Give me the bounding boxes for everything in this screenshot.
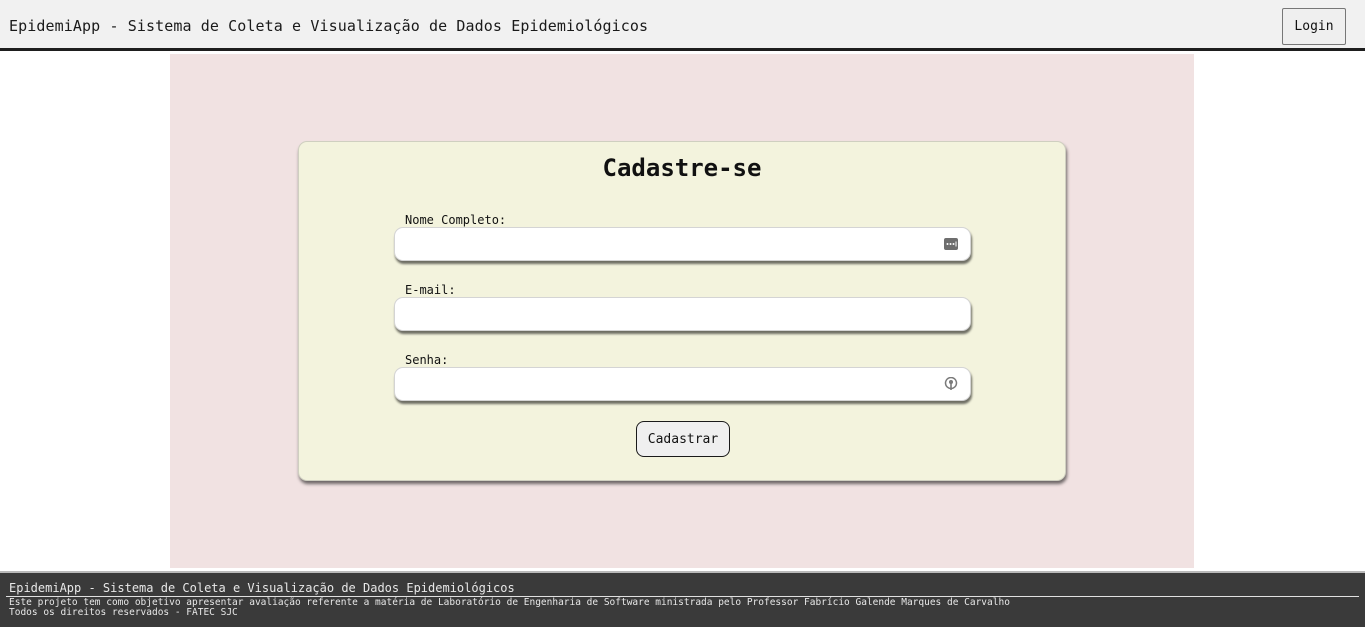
full-name-label: Nome Completo: xyxy=(405,213,507,227)
full-name-input[interactable] xyxy=(394,227,971,261)
main-content: Cadastre-se Nome Completo: E-mail: Senha… xyxy=(170,54,1194,568)
password-label: Senha: xyxy=(405,353,449,367)
register-button[interactable]: Cadastrar xyxy=(636,421,730,457)
email-label: E-mail: xyxy=(405,283,456,297)
autofill-dots-icon[interactable] xyxy=(944,237,958,251)
app-title: EpidemiApp - Sistema de Coleta e Visuali… xyxy=(9,17,649,35)
page-footer: EpidemiApp - Sistema de Coleta e Visuali… xyxy=(0,571,1365,627)
signup-card: Cadastre-se Nome Completo: E-mail: Senha… xyxy=(298,141,1066,481)
login-button[interactable]: Login xyxy=(1282,8,1346,45)
footer-rights: Todos os direitos reservados - FATEC SJC xyxy=(9,607,238,618)
email-input[interactable] xyxy=(394,297,971,331)
signup-title: Cadastre-se xyxy=(602,154,762,182)
password-input[interactable] xyxy=(394,367,971,401)
password-key-icon[interactable] xyxy=(944,377,958,391)
top-header: EpidemiApp - Sistema de Coleta e Visuali… xyxy=(0,0,1365,51)
footer-title: EpidemiApp - Sistema de Coleta e Visuali… xyxy=(9,581,515,595)
